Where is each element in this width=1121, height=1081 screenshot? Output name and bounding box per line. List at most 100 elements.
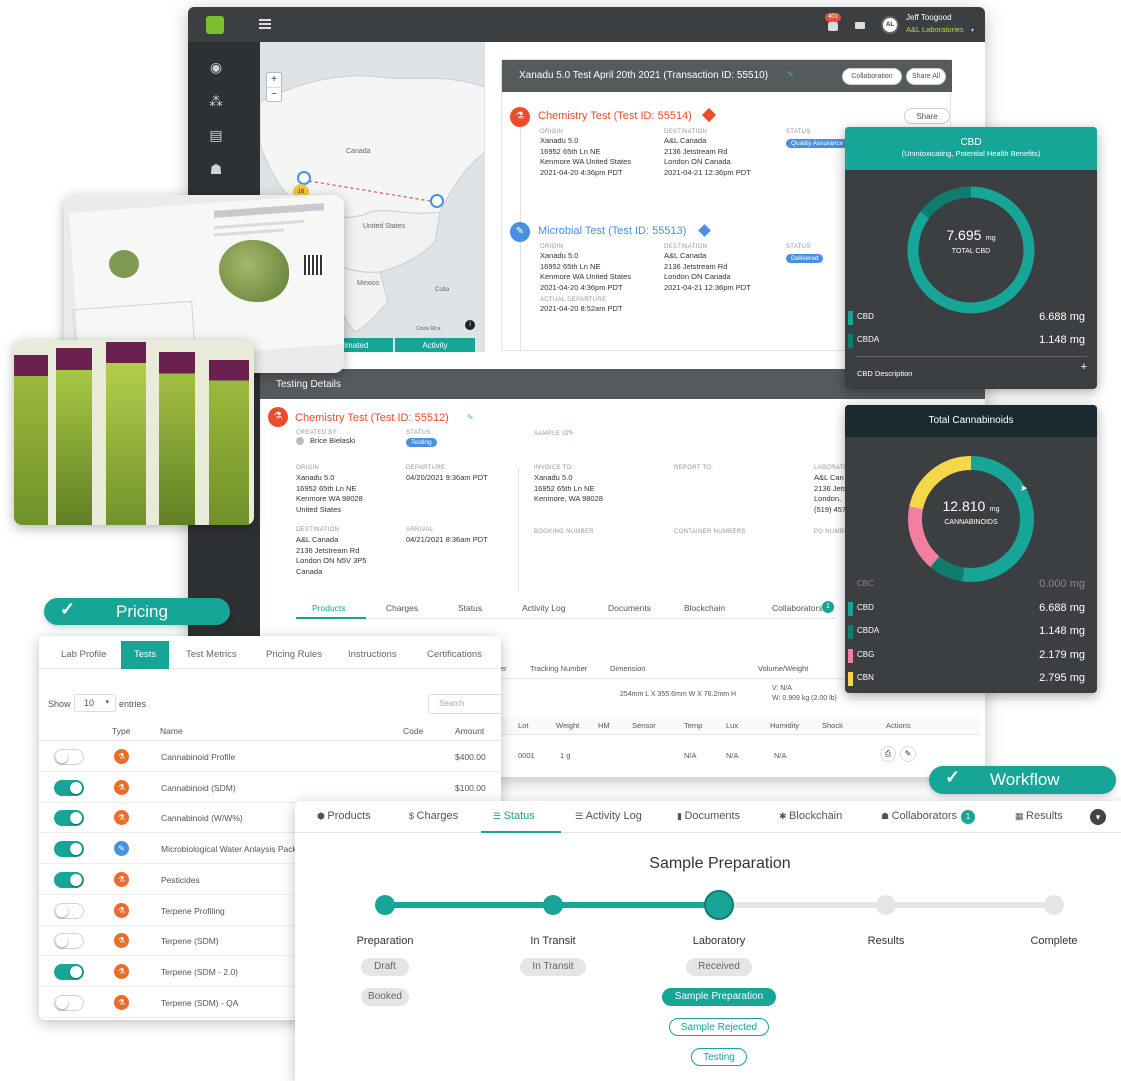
status-chip-in-transit[interactable]: In Transit [520, 958, 586, 976]
column-header[interactable]: Code [403, 726, 423, 736]
tab-charges[interactable]: $ Charges [409, 810, 458, 822]
enable-toggle[interactable] [54, 902, 84, 919]
status-chip-draft[interactable]: Draft [361, 958, 409, 976]
chevron-down-icon[interactable]: ▾ [971, 27, 974, 34]
invoice-address: Xanadu 5.0 16952 65th Ln NE Kenmore, WA 98… [534, 473, 603, 503]
tab-status[interactable]: ☰ Status [481, 810, 561, 833]
lot-cell: 0001 [518, 751, 535, 760]
map-info-icon[interactable]: i [465, 320, 475, 330]
table-row: ⚗ Cannabinoid (SDM) $100.00 [39, 773, 501, 803]
badge-label: Pricing [116, 602, 168, 621]
column-header[interactable]: Name [160, 726, 183, 736]
edit-pencil-icon[interactable]: ✎ [900, 746, 916, 762]
edit-pencil-icon[interactable]: ✎ [467, 413, 474, 422]
stage-node[interactable] [1044, 895, 1064, 915]
dashboard-icon[interactable]: ◉ [207, 58, 225, 76]
status-badge: Delivered [786, 254, 824, 263]
entries-select[interactable]: 10 ▾ [74, 694, 116, 712]
mail-icon[interactable] [855, 22, 865, 29]
test-title[interactable]: Chemistry Test (Test ID: 55514) [538, 110, 692, 122]
edit-pencil-icon[interactable]: ✎ [568, 429, 574, 437]
diamond-nav-icon[interactable] [701, 107, 717, 123]
tab-activity-log[interactable]: Activity Log [522, 603, 565, 613]
status-chip-testing[interactable]: Testing [691, 1048, 747, 1066]
enable-toggle[interactable] [54, 933, 84, 950]
destination-pin-icon[interactable] [430, 194, 444, 208]
enable-toggle[interactable] [54, 749, 84, 765]
tab-status[interactable]: Status [458, 603, 482, 613]
tab-lab-profile[interactable]: Lab Profile [61, 641, 106, 669]
search-input[interactable]: Search [428, 694, 501, 714]
legend-value: 2.179 mg [1039, 648, 1085, 661]
share-button[interactable]: Share [904, 108, 950, 124]
tab-collaborators[interactable]: Collaborators [772, 603, 823, 613]
share-all-button[interactable]: Share All [906, 68, 946, 85]
collaboration-button[interactable]: Collaboration [842, 68, 902, 85]
tab-activity-log[interactable]: ☰ Activity Log [575, 810, 642, 822]
origin-pin-icon[interactable] [297, 171, 311, 185]
enable-toggle[interactable] [54, 871, 84, 888]
column-header[interactable]: Tracking Number [530, 664, 587, 673]
stage-node[interactable] [876, 895, 896, 915]
zoom-in-button[interactable]: + [267, 73, 281, 88]
enable-toggle[interactable] [54, 963, 84, 980]
test-name: Terpene (SDM) - QA [161, 997, 239, 1008]
tab-blockchain[interactable]: ✱ Blockchain [779, 810, 842, 822]
donut-center: 7.695 mg TOTAL CBD [901, 227, 1041, 255]
enable-toggle[interactable] [54, 994, 84, 1011]
tab-charges[interactable]: Charges [386, 603, 418, 613]
tab-tests[interactable]: Tests [121, 641, 170, 669]
diamond-nav-icon[interactable] [698, 224, 711, 237]
stage-label: Results [867, 935, 905, 947]
user-org[interactable]: A&L Laboratories [906, 25, 964, 34]
panel-title: Total Cannabinoids [928, 415, 1014, 426]
tab-collaborators[interactable]: ☗ Collaborators 1 [881, 810, 975, 824]
map-tab-activity[interactable]: Activity [395, 338, 475, 352]
column-header[interactable]: Volume/Weight [758, 664, 808, 673]
tab-blockchain[interactable]: Blockchain [684, 603, 725, 613]
enable-toggle[interactable] [54, 810, 84, 827]
tab-certifications[interactable]: Certifications [427, 641, 482, 669]
test-title[interactable]: Chemistry Test (Test ID: 55512) [295, 412, 449, 424]
clipboard-icon[interactable]: ▤ [207, 126, 225, 144]
print-icon[interactable]: ⎙ [880, 746, 896, 762]
column-header[interactable]: Type [112, 726, 130, 736]
tab-instructions[interactable]: Instructions [348, 641, 397, 669]
workflow-badge: ✓ Workflow [929, 766, 1116, 794]
tab-products[interactable]: Products [312, 603, 346, 613]
map-label-cuba: Cuba [435, 287, 450, 293]
column-header[interactable]: Amount [455, 726, 484, 736]
tab-label: Status [503, 810, 535, 822]
test-title[interactable]: Microbial Test (Test ID: 55513) [538, 225, 686, 237]
cbd-description-toggle[interactable]: CBD Description + [857, 361, 1087, 378]
status-label: STATUS [786, 244, 811, 250]
status-chip-sample-rejected[interactable]: Sample Rejected [669, 1018, 769, 1036]
edit-pencil-icon[interactable]: ✎ [787, 70, 794, 79]
users-icon[interactable]: ☗ [207, 160, 225, 178]
stage-node[interactable] [375, 895, 395, 915]
avatar[interactable]: AL [881, 16, 899, 34]
tab-documents[interactable]: Documents [608, 603, 651, 613]
workflow-title: Sample Preparation [649, 855, 791, 872]
plus-icon[interactable]: + [1081, 361, 1087, 373]
hamburger-menu-icon[interactable] [259, 19, 271, 29]
tab-results[interactable]: ▦ Results [1015, 810, 1063, 822]
status-chip-booked[interactable]: Booked [361, 988, 409, 1006]
column-header[interactable]: Dimension [610, 664, 645, 673]
user-name[interactable]: Jeff Toogood [906, 13, 952, 22]
status-chip-received[interactable]: Received [686, 958, 752, 976]
legend-swatch [848, 672, 853, 686]
zoom-out-button[interactable]: − [267, 88, 281, 102]
chevron-down-icon[interactable]: ▾ [1090, 809, 1106, 825]
stage-node[interactable] [543, 895, 563, 915]
enable-toggle[interactable] [54, 779, 84, 796]
tab-test-metrics[interactable]: Test Metrics [186, 641, 237, 669]
status-chip-sample-preparation[interactable]: Sample Preparation [662, 988, 776, 1006]
enable-toggle[interactable] [54, 841, 84, 858]
tab-documents[interactable]: ▮ Documents [677, 810, 740, 822]
tab-pricing-rules[interactable]: Pricing Rules [266, 641, 322, 669]
network-icon[interactable]: ⁂ [207, 92, 225, 110]
tab-products[interactable]: ⬢ Products [317, 810, 371, 822]
mouse-cursor-icon: ➤ [1020, 483, 1028, 493]
container-numbers-label: CONTAINER NUMBERS [674, 529, 746, 535]
